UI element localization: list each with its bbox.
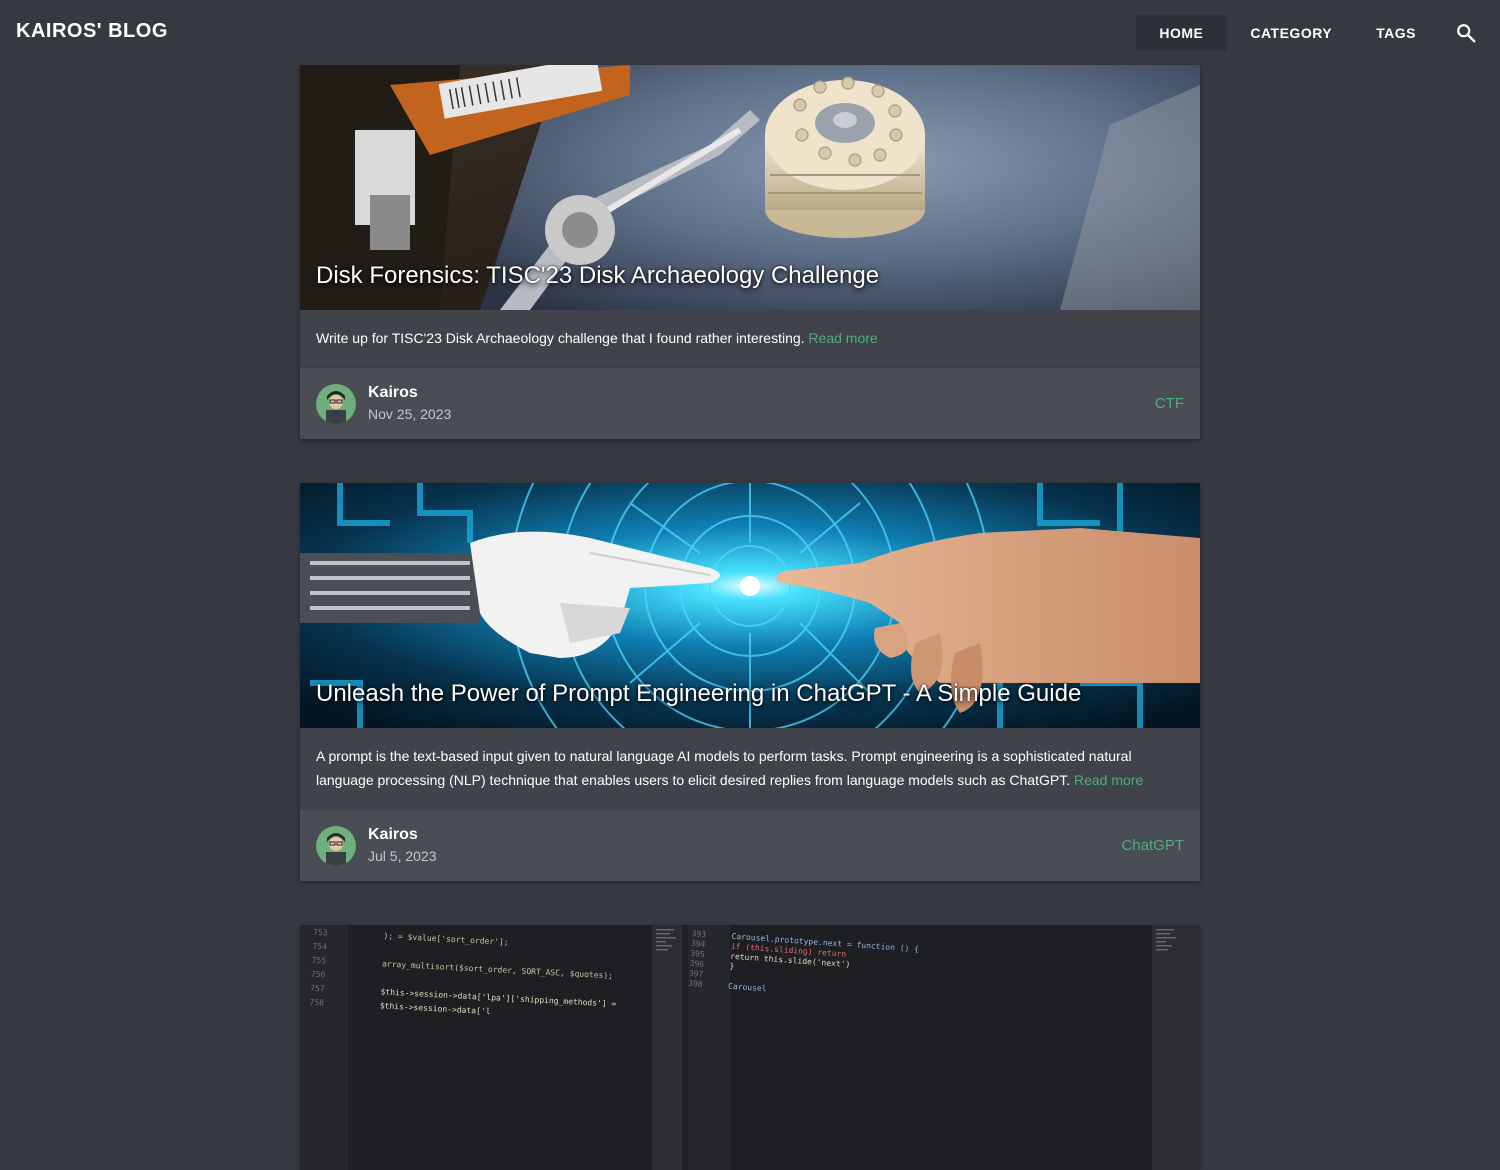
read-more-link[interactable]: Read more — [808, 330, 877, 346]
post-summary-text: Write up for TISC'23 Disk Archaeology ch… — [316, 330, 805, 346]
search-icon — [1457, 24, 1476, 43]
post-footer: Kairos Jul 5, 2023 ChatGPT — [300, 809, 1200, 881]
post-date: Jul 5, 2023 — [368, 848, 437, 864]
post-tag-link[interactable]: ChatGPT — [1121, 837, 1184, 854]
avatar — [316, 384, 356, 424]
post-title[interactable]: Disk Forensics: TISC'23 Disk Archaeology… — [316, 262, 879, 290]
author-name: Kairos — [368, 384, 418, 401]
code-lines-left: 753); = $value['sort_order']; 754 755 arr… — [300, 925, 650, 1027]
nav-item-category[interactable]: CATEGORY — [1230, 15, 1352, 51]
post-footer: Kairos Nov 25, 2023 CTF — [300, 367, 1200, 439]
post-summary: Write up for TISC'23 Disk Archaeology ch… — [300, 310, 1200, 367]
post-summary-text: A prompt is the text-based input given t… — [316, 748, 1132, 788]
nav-item-home[interactable]: HOME — [1136, 15, 1227, 51]
post-image-link[interactable]: 753); = $value['sort_order']; 754 755 arr… — [300, 925, 1200, 1170]
top-navbar: KAIROS' BLOG HOME CATEGORY TAGS — [0, 0, 1500, 65]
nav-item-tags[interactable]: TAGS — [1356, 15, 1436, 51]
read-more-link[interactable]: Read more — [1074, 772, 1143, 788]
post-card: Disk Forensics: TISC'23 Disk Archaeology… — [300, 65, 1200, 439]
avatar — [316, 826, 356, 866]
post-image-link[interactable]: Disk Forensics: TISC'23 Disk Archaeology… — [300, 65, 1200, 310]
author-name: Kairos — [368, 826, 418, 843]
post-date: Nov 25, 2023 — [368, 406, 452, 422]
post-tag-link[interactable]: CTF — [1155, 395, 1184, 412]
search-button[interactable] — [1448, 15, 1484, 51]
post-image-link[interactable]: Unleash the Power of Prompt Engineering … — [300, 483, 1200, 728]
post-card: Unleash the Power of Prompt Engineering … — [300, 483, 1200, 881]
post-summary: A prompt is the text-based input given t… — [300, 728, 1200, 809]
post-title[interactable]: Unleash the Power of Prompt Engineering … — [316, 680, 1081, 708]
post-card: 753); = $value['sort_order']; 754 755 arr… — [300, 925, 1200, 1170]
site-title-link[interactable]: KAIROS' BLOG — [16, 20, 168, 43]
nav-menu: HOME CATEGORY TAGS — [1132, 15, 1500, 51]
